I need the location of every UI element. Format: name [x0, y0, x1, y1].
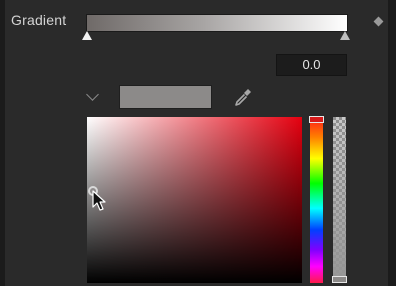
gradient-label: Gradient: [11, 12, 67, 28]
stop-position-field[interactable]: 0.0: [276, 54, 347, 76]
hue-slider[interactable]: [310, 117, 323, 283]
gradient-stop-left[interactable]: [82, 31, 92, 40]
saturation-value-square[interactable]: [87, 117, 302, 283]
alpha-slider[interactable]: [333, 117, 346, 283]
alpha-slider-handle[interactable]: [332, 276, 347, 283]
hue-slider-handle[interactable]: [309, 116, 324, 123]
panel-border-left: [0, 0, 5, 286]
color-swatch[interactable]: [119, 85, 212, 109]
gradient-bar[interactable]: [86, 14, 348, 32]
eyedropper-icon[interactable]: [232, 86, 254, 108]
panel-border-right: [388, 0, 396, 286]
mouse-cursor-icon: [92, 190, 106, 211]
gradient-stop-right[interactable]: [340, 31, 350, 40]
